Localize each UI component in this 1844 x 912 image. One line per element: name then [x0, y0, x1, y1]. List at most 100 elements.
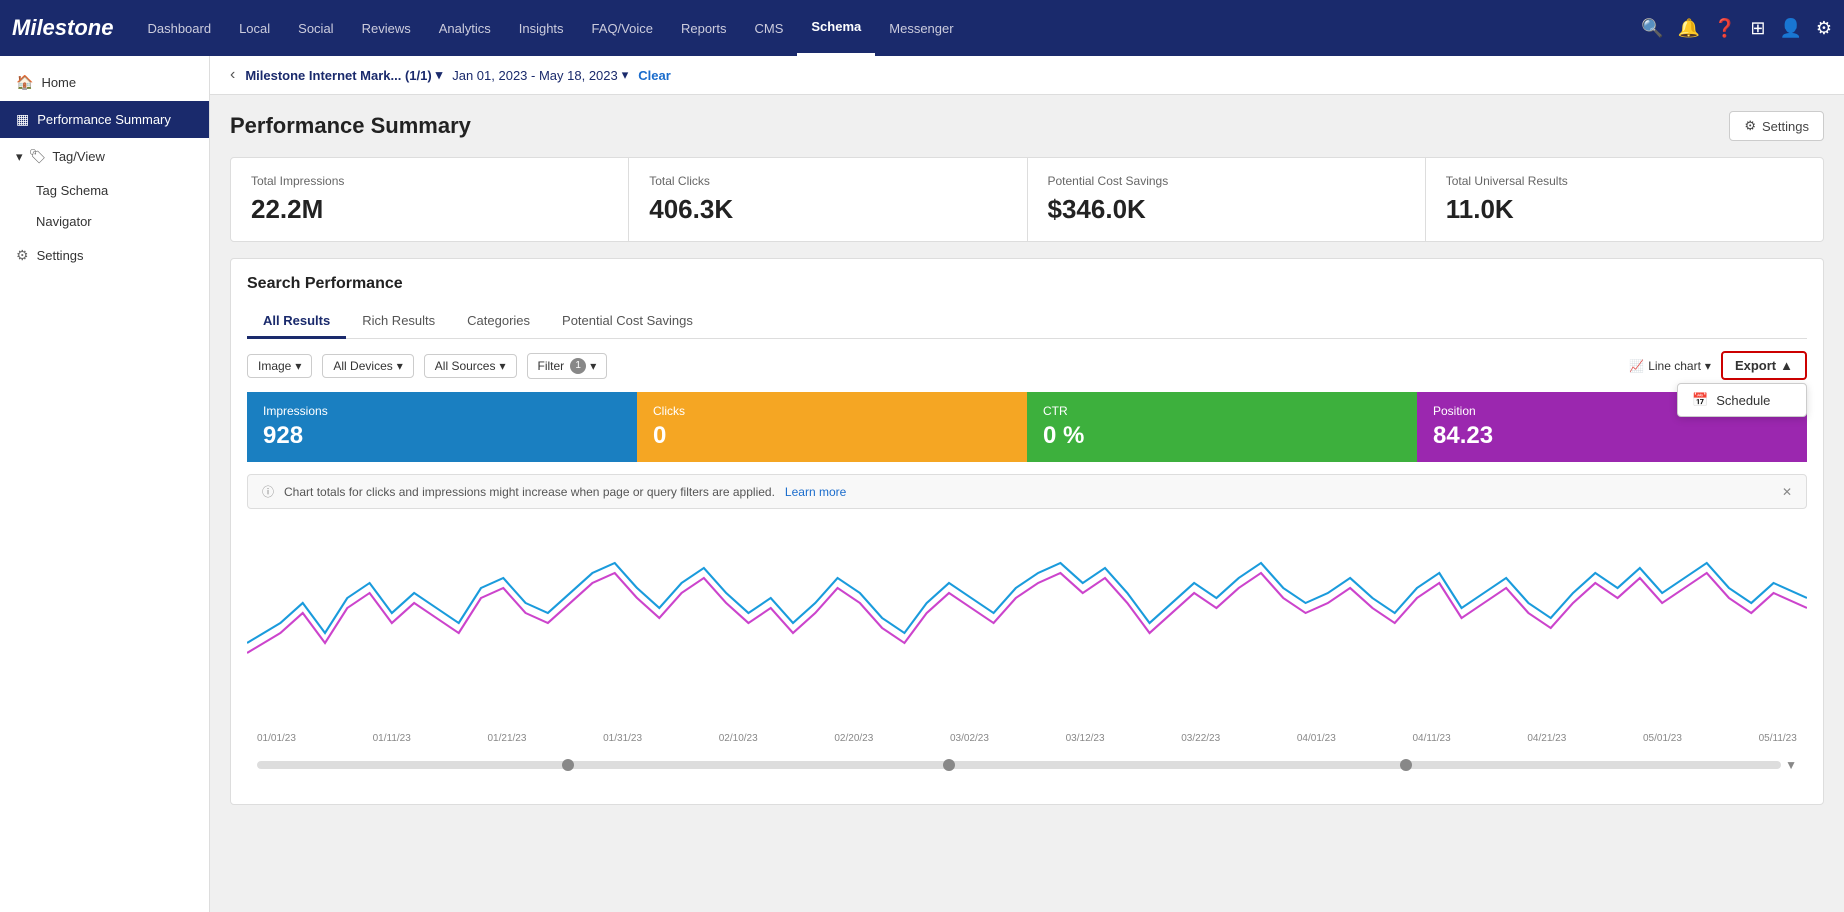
universal-results-label: Total Universal Results [1446, 174, 1803, 188]
metric-bar-impressions[interactable]: Impressions 928 [247, 392, 637, 462]
metric-card-cost-savings: Potential Cost Savings $346.0K [1028, 158, 1426, 241]
company-name: Milestone Internet Mark... (1/1) [245, 68, 431, 83]
close-info-button[interactable]: ✕ [1782, 485, 1792, 499]
nav-social[interactable]: Social [284, 0, 347, 56]
impressions-bar-label: Impressions [263, 404, 621, 418]
clicks-bar-label: Clicks [653, 404, 1011, 418]
metric-bars: Impressions 928 Clicks 0 CTR 0 % Positio… [247, 392, 1807, 462]
metric-card-clicks: Total Clicks 406.3K [629, 158, 1027, 241]
user-icon[interactable]: 👤 [1779, 18, 1801, 39]
apps-icon[interactable]: ⊞ [1750, 18, 1765, 39]
image-filter[interactable]: Image ▾ [247, 354, 312, 378]
timeline-thumb-2[interactable] [943, 759, 955, 771]
x-label-10: 04/11/23 [1413, 733, 1451, 744]
filter-label: Filter [538, 359, 565, 373]
metrics-row: Total Impressions 22.2M Total Clicks 406… [230, 157, 1824, 242]
navigator-label: Navigator [36, 214, 92, 229]
sidebar-item-navigator[interactable]: Navigator [0, 206, 209, 237]
chart-controls: 📈 Line chart ▾ Export ▲ 📅 [1629, 351, 1807, 380]
export-container: Export ▲ 📅 Schedule [1721, 351, 1807, 380]
schedule-export-item[interactable]: 📅 Schedule [1678, 384, 1806, 416]
sidebar-item-performance-summary[interactable]: ▦ Performance Summary [0, 101, 209, 138]
tab-rich-results[interactable]: Rich Results [346, 305, 451, 339]
notifications-icon[interactable]: 🔔 [1678, 18, 1700, 39]
breadcrumb-date-range[interactable]: Jan 01, 2023 - May 18, 2023 ▾ [452, 67, 628, 83]
search-performance-card: Search Performance All Results Rich Resu… [230, 258, 1824, 805]
settings-icon[interactable]: ⚙ [1816, 18, 1832, 39]
tag-icon: 🏷 [29, 148, 47, 165]
metric-bar-ctr[interactable]: CTR 0 % [1027, 392, 1417, 462]
ctr-bar-value: 0 % [1043, 422, 1401, 450]
page-title: Performance Summary [230, 113, 471, 139]
nav-cms[interactable]: CMS [741, 0, 798, 56]
x-label-3: 01/31/23 [603, 733, 642, 744]
nav-faq-voice[interactable]: FAQ/Voice [578, 0, 667, 56]
x-label-8: 03/22/23 [1181, 733, 1220, 744]
line-chart-label: Line chart [1648, 359, 1701, 373]
page-header: Performance Summary ⚙ Settings [230, 111, 1824, 141]
settings-btn-label: Settings [1762, 119, 1809, 134]
nav-messenger[interactable]: Messenger [875, 0, 967, 56]
x-label-7: 03/12/23 [1066, 733, 1105, 744]
tab-potential-cost-savings[interactable]: Potential Cost Savings [546, 305, 709, 339]
timeline-thumb-3[interactable] [1400, 759, 1412, 771]
line-chart-icon: 📈 [1629, 359, 1644, 373]
main-content: ‹ Milestone Internet Mark... (1/1) ▾ Jan… [210, 56, 1844, 912]
clear-button[interactable]: Clear [638, 68, 671, 83]
x-label-2: 01/21/23 [488, 733, 527, 744]
help-icon[interactable]: ❓ [1714, 18, 1736, 39]
nav-schema[interactable]: Schema [797, 0, 875, 56]
x-label-4: 02/10/23 [719, 733, 758, 744]
x-label-12: 05/01/23 [1643, 733, 1682, 744]
tab-categories[interactable]: Categories [451, 305, 546, 339]
line-chart-dropdown-icon: ▾ [1705, 359, 1711, 373]
impressions-bar-value: 928 [263, 422, 621, 450]
export-button[interactable]: Export ▲ [1721, 351, 1807, 380]
timeline-track[interactable] [257, 761, 1781, 769]
page-settings-button[interactable]: ⚙ Settings [1729, 111, 1824, 141]
sidebar-item-tag-schema[interactable]: Tag Schema [0, 175, 209, 206]
sidebar-home-label: Home [41, 75, 76, 90]
home-icon: 🏠 [16, 74, 33, 91]
tab-all-results[interactable]: All Results [247, 305, 346, 339]
metric-card-universal-results: Total Universal Results 11.0K [1426, 158, 1823, 241]
sidebar-item-settings[interactable]: ⚙ Settings [0, 237, 209, 274]
breadcrumb-back-button[interactable]: ‹ [230, 66, 235, 84]
timeline-thumb-1[interactable] [562, 759, 574, 771]
export-label: Export [1735, 358, 1776, 373]
date-range-label: Jan 01, 2023 - May 18, 2023 [452, 68, 618, 83]
breadcrumb-bar: ‹ Milestone Internet Mark... (1/1) ▾ Jan… [210, 56, 1844, 95]
filter-button[interactable]: Filter 1 ▾ [527, 353, 608, 379]
all-devices-dropdown-icon: ▾ [397, 359, 403, 373]
filter-count-badge: 1 [570, 358, 586, 374]
nav-reviews[interactable]: Reviews [348, 0, 425, 56]
x-label-0: 01/01/23 [257, 733, 296, 744]
search-icon[interactable]: 🔍 [1641, 18, 1663, 39]
x-label-11: 04/21/23 [1527, 733, 1566, 744]
nav-reports[interactable]: Reports [667, 0, 741, 56]
sidebar-item-home[interactable]: 🏠 Home [0, 64, 209, 101]
all-devices-filter[interactable]: All Devices ▾ [322, 354, 413, 378]
nav-insights[interactable]: Insights [505, 0, 578, 56]
timeline-down-icon[interactable]: ▼ [1785, 758, 1797, 772]
breadcrumb-company[interactable]: Milestone Internet Mark... (1/1) ▾ [245, 67, 442, 83]
tabs-row: All Results Rich Results Categories Pote… [247, 305, 1807, 339]
line-chart-button[interactable]: 📈 Line chart ▾ [1629, 359, 1711, 373]
nav-dashboard[interactable]: Dashboard [133, 0, 225, 56]
nav-local[interactable]: Local [225, 0, 284, 56]
page-area: Performance Summary ⚙ Settings Total Imp… [210, 95, 1844, 821]
timeline-scrollbar[interactable]: ▼ [247, 754, 1807, 776]
date-dropdown-icon: ▾ [622, 67, 629, 83]
metric-bar-clicks[interactable]: Clicks 0 [637, 392, 1027, 462]
schedule-label: Schedule [1716, 393, 1770, 408]
learn-more-link[interactable]: Learn more [785, 485, 846, 499]
impressions-value: 22.2M [251, 194, 608, 225]
sidebar-group-tag-view[interactable]: ▾ 🏷 Tag/View [0, 138, 209, 175]
x-label-1: 01/11/23 [373, 733, 411, 744]
nav-analytics[interactable]: Analytics [425, 0, 505, 56]
x-label-9: 04/01/23 [1297, 733, 1336, 744]
info-bar: ⓘ Chart totals for clicks and impression… [247, 474, 1807, 509]
all-sources-filter[interactable]: All Sources ▾ [424, 354, 517, 378]
sidebar-tag-view-label: Tag/View [52, 149, 105, 164]
sidebar-performance-label: Performance Summary [37, 112, 171, 127]
